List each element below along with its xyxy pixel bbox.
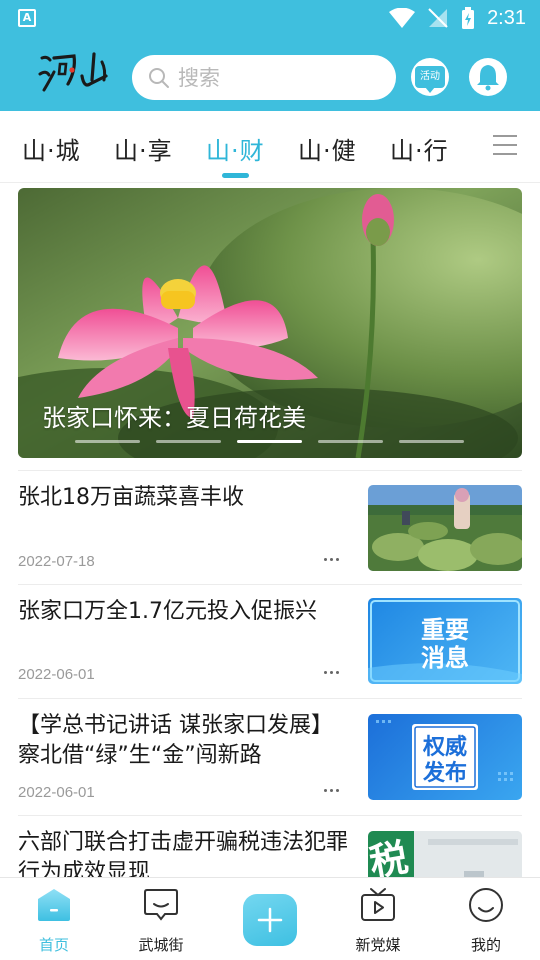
activity-icon: 活动 — [415, 66, 445, 93]
menu-icon[interactable] — [493, 135, 517, 159]
news-item[interactable]: 张家口万全1.7亿元投入促振兴 2022-06-01 重要 消息 — [18, 584, 522, 698]
nav-profile[interactable]: 我的 — [441, 878, 531, 960]
svg-text:重要: 重要 — [421, 616, 469, 644]
app-logo — [38, 52, 108, 92]
search-bar[interactable] — [132, 55, 396, 100]
banner-carousel[interactable]: 张家口怀来：夏日荷花美 — [18, 188, 522, 458]
tab-travel[interactable]: 山·行 — [390, 131, 449, 166]
nav-home[interactable]: 首页 — [9, 878, 99, 960]
publish-button[interactable] — [243, 894, 297, 946]
tab-share[interactable]: 山·享 — [114, 131, 173, 166]
active-tab-indicator — [222, 173, 249, 178]
nav-street[interactable]: 武城街 — [116, 878, 206, 960]
plus-icon — [257, 907, 283, 933]
news-thumbnail — [368, 485, 522, 571]
news-item[interactable]: 张北18万亩蔬菜喜丰收 2022-07-18 — [18, 470, 522, 584]
nav-party-media-label: 新党媒 — [355, 936, 401, 954]
more-options-icon[interactable] — [324, 671, 342, 677]
nav-profile-label: 我的 — [470, 936, 501, 954]
bottom-navigation: 首页 武城街 新党媒 我的 — [0, 877, 540, 960]
news-title: 张北18万亩蔬菜喜丰收 — [18, 485, 244, 510]
smile-icon — [469, 888, 503, 922]
nav-street-label: 武城街 — [138, 936, 184, 954]
search-icon — [149, 67, 169, 88]
tab-city[interactable]: 山·城 — [22, 131, 81, 166]
carousel-dot[interactable] — [399, 440, 464, 443]
banner-caption: 张家口怀来：夏日荷花美 — [42, 404, 306, 432]
category-tabs: 山·城 山·享 山·财 山·健 山·行 — [0, 111, 540, 183]
more-options-icon[interactable] — [324, 789, 342, 795]
status-bar: A 2:31 — [0, 0, 540, 36]
tab-finance[interactable]: 山·财 — [206, 131, 265, 166]
tab-health[interactable]: 山·健 — [298, 131, 357, 166]
carousel-indicators — [75, 440, 464, 443]
app-root: A 2:31 活动 — [0, 0, 540, 960]
news-thumbnail: 权威 发布 — [368, 714, 522, 800]
news-date: 2022-07-18 — [18, 553, 95, 570]
nav-home-label: 首页 — [38, 936, 69, 954]
svg-text:消息: 消息 — [421, 644, 469, 672]
status-time: 2:31 — [487, 6, 526, 29]
notification-app-icon: A — [18, 9, 36, 27]
carousel-dot-active[interactable] — [237, 440, 302, 443]
battery-charging-icon — [462, 7, 475, 29]
status-icons: 2:31 — [389, 6, 526, 30]
activity-button[interactable]: 活动 — [411, 58, 449, 96]
svg-text:发布: 发布 — [422, 760, 467, 786]
more-options-icon[interactable] — [324, 558, 342, 564]
carousel-dot[interactable] — [75, 440, 140, 443]
chat-icon — [144, 889, 178, 921]
tv-icon — [361, 888, 395, 921]
news-item[interactable]: 【学总书记讲话 谋张家口发展】察北借“绿”生“金”闯新路 2022-06-01 … — [18, 698, 522, 815]
bell-icon — [477, 65, 499, 91]
no-signal-icon — [428, 8, 448, 28]
news-title: 【学总书记讲话 谋张家口发展】察北借“绿”生“金”闯新路 — [18, 713, 333, 768]
news-date: 2022-06-01 — [18, 666, 95, 683]
notification-button[interactable] — [469, 58, 507, 96]
wifi-icon — [389, 8, 416, 28]
news-title: 张家口万全1.7亿元投入促振兴 — [18, 599, 317, 624]
news-date: 2022-06-01 — [18, 784, 95, 801]
app-header: A 2:31 活动 — [0, 0, 540, 111]
home-icon — [38, 889, 70, 921]
news-thumbnail: 重要 消息 — [368, 598, 522, 684]
carousel-dot[interactable] — [156, 440, 221, 443]
search-input[interactable] — [178, 65, 368, 90]
carousel-dot[interactable] — [318, 440, 383, 443]
svg-text:权威: 权威 — [422, 734, 467, 760]
nav-party-media[interactable]: 新党媒 — [333, 878, 423, 960]
